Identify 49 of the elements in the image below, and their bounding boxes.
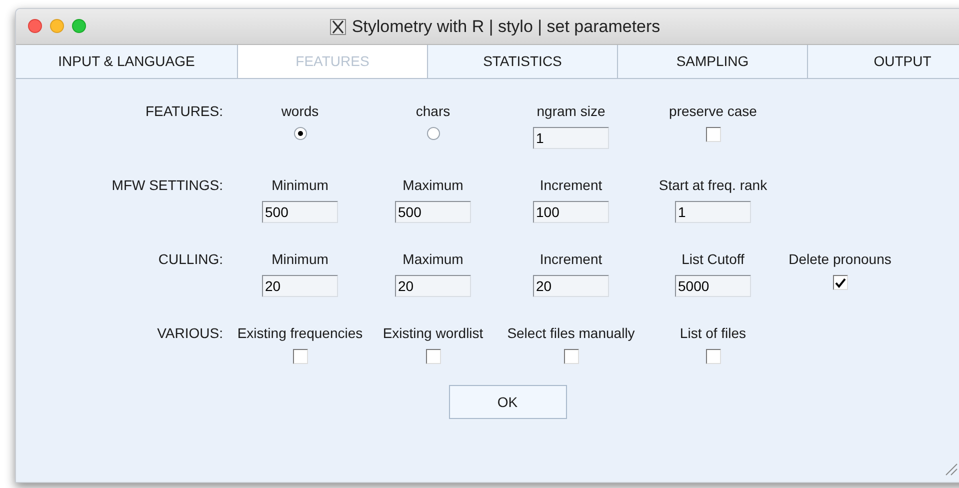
checkmark-icon xyxy=(834,278,846,288)
input-field[interactable]: 20 xyxy=(262,275,338,297)
checkbox[interactable] xyxy=(292,349,308,364)
option-label: Minimum xyxy=(272,176,328,195)
option-label: ngram size xyxy=(536,102,606,121)
option-label: List Cutoff xyxy=(682,250,744,269)
option-label: Maximum xyxy=(402,250,464,269)
input-field[interactable]: 20 xyxy=(395,275,471,297)
option-label: words xyxy=(281,102,319,121)
radio-button[interactable] xyxy=(426,127,440,140)
zoom-button[interactable] xyxy=(72,19,86,33)
checkbox[interactable] xyxy=(426,349,440,364)
section-label: VARIOUS: xyxy=(157,324,224,343)
option-label: Increment xyxy=(540,250,602,269)
checkbox[interactable] xyxy=(564,349,578,364)
option-label: Minimum xyxy=(272,250,328,269)
ok-button[interactable]: OK xyxy=(448,385,566,419)
section-label: CULLING: xyxy=(158,250,224,269)
option-label: Existing frequencies xyxy=(237,324,363,343)
checkbox[interactable] xyxy=(706,349,720,364)
resize-grip-icon xyxy=(944,462,958,476)
option-label: Select files manually xyxy=(507,324,635,343)
option-label: Maximum xyxy=(402,176,464,195)
tab[interactable]: STATISTICS xyxy=(428,45,618,78)
input-field[interactable]: 100 xyxy=(533,201,609,223)
radio-button[interactable] xyxy=(294,127,306,140)
section-label: FEATURES: xyxy=(145,102,224,121)
checkbox[interactable] xyxy=(706,127,720,142)
option-label: Delete pronouns xyxy=(788,250,892,269)
tab[interactable]: INPUT & LANGUAGE xyxy=(16,45,238,78)
tab[interactable]: SAMPLING xyxy=(618,45,808,78)
option-label: Existing wordlist xyxy=(382,324,484,343)
option-label: chars xyxy=(416,102,450,121)
option-label: Start at freq. rank xyxy=(658,176,768,195)
input-field[interactable]: 1 xyxy=(675,201,751,223)
input-field[interactable]: 20 xyxy=(533,275,609,297)
option-label: preserve case xyxy=(669,102,757,121)
option-label: Increment xyxy=(540,176,602,195)
tab[interactable]: OUTPUT xyxy=(808,45,959,78)
option-label: List of files xyxy=(680,324,746,343)
input-field[interactable]: 500 xyxy=(395,201,471,223)
window-title: Stylometry with R | stylo | set parameters xyxy=(352,16,660,38)
input-field[interactable]: 1 xyxy=(533,127,609,149)
input-field[interactable]: 5000 xyxy=(675,275,751,297)
close-button[interactable] xyxy=(28,19,42,33)
section-label: MFW SETTINGS: xyxy=(112,176,224,195)
checkbox[interactable] xyxy=(832,275,848,290)
app-icon xyxy=(330,18,346,34)
input-field[interactable]: 500 xyxy=(262,201,338,223)
